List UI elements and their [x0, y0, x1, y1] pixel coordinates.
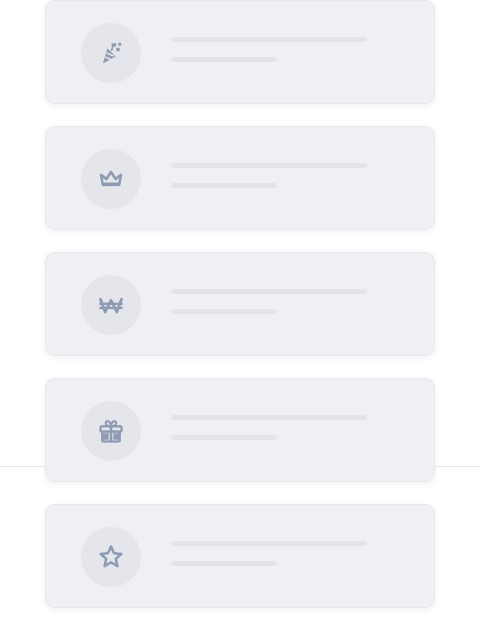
title-placeholder	[171, 415, 367, 420]
icon-container	[81, 275, 141, 335]
star-icon	[99, 545, 123, 568]
card-currency[interactable]	[45, 252, 435, 356]
won-currency-icon	[99, 297, 123, 314]
title-placeholder	[171, 163, 367, 168]
icon-container	[81, 149, 141, 209]
gift-icon	[99, 420, 123, 443]
icon-container	[81, 401, 141, 461]
party-popper-icon	[102, 42, 122, 64]
card-gift[interactable]	[45, 378, 435, 482]
crown-icon	[99, 170, 123, 187]
card-party[interactable]	[45, 0, 435, 104]
title-placeholder	[171, 37, 367, 42]
icon-container	[81, 23, 141, 83]
subtitle-placeholder	[171, 435, 277, 440]
card-star[interactable]	[45, 504, 435, 608]
subtitle-placeholder	[171, 57, 277, 62]
card-crown[interactable]	[45, 126, 435, 230]
subtitle-placeholder	[171, 183, 277, 188]
icon-container	[81, 527, 141, 587]
subtitle-placeholder	[171, 561, 277, 566]
title-placeholder	[171, 289, 367, 294]
subtitle-placeholder	[171, 309, 277, 314]
title-placeholder	[171, 541, 367, 546]
